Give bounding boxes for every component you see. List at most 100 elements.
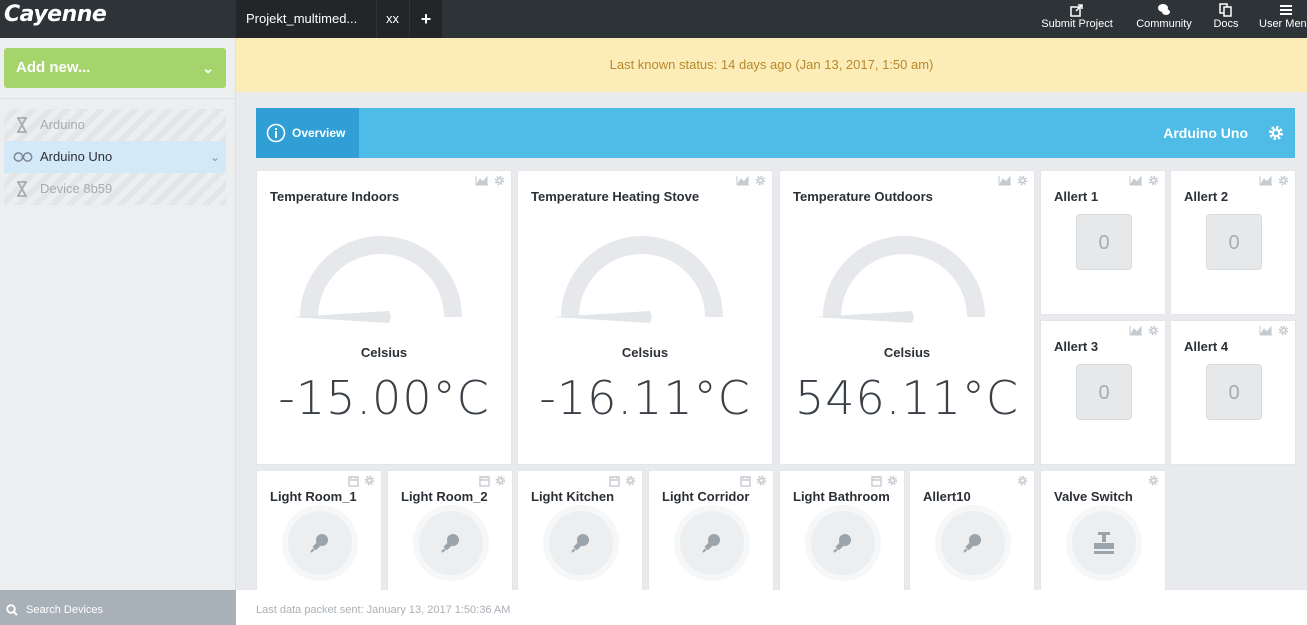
search-devices-input[interactable]: Search Devices <box>0 590 236 625</box>
nav-community-label: Community <box>1136 18 1192 30</box>
sidebar-device-label: Device 8b59 <box>40 181 113 196</box>
tab-project[interactable]: Projekt_multimed... <box>236 0 376 38</box>
device-overview-bar: Overview Arduino Uno <box>256 108 1295 158</box>
sidebar-device-arduino[interactable]: Arduino <box>4 109 226 141</box>
gauge-value: 546.11°C <box>794 371 1020 425</box>
chart-icon[interactable] <box>1129 325 1143 336</box>
alert-widget[interactable]: Allert 3 0 <box>1040 320 1166 465</box>
chart-icon[interactable] <box>1259 175 1273 186</box>
actuator-widget[interactable]: Light Kitchen <box>517 470 643 592</box>
alert-value: 0 <box>1076 214 1132 270</box>
share-icon <box>1070 4 1083 17</box>
gauge-widget[interactable]: Temperature Indoors Celsius -15.00°C <box>256 170 512 465</box>
gear-icon[interactable] <box>1148 475 1159 486</box>
gear-icon[interactable] <box>1278 325 1289 336</box>
tab-xx[interactable]: xx <box>377 0 409 38</box>
chart-icon[interactable] <box>1129 175 1143 186</box>
widget-actions <box>479 475 506 487</box>
calendar-icon[interactable] <box>609 475 620 487</box>
toggle-button[interactable] <box>941 511 1005 575</box>
chart-icon[interactable] <box>736 175 750 186</box>
search-icon <box>6 604 18 616</box>
cayenne-logo[interactable]: Cayenne <box>4 2 107 27</box>
gear-icon[interactable] <box>364 475 375 486</box>
toggle-button[interactable] <box>419 511 483 575</box>
actuator-widget[interactable]: Valve Switch <box>1040 470 1166 592</box>
widget-actions <box>1017 475 1028 486</box>
widget-actions <box>1148 475 1159 486</box>
widget-title: Allert 2 <box>1184 189 1229 204</box>
gear-icon[interactable] <box>755 175 766 186</box>
bulb-icon <box>571 534 589 553</box>
nav-submit-project[interactable]: Submit Project <box>1036 0 1118 38</box>
nav-community[interactable]: Community <box>1130 0 1198 38</box>
hourglass-icon <box>17 117 27 133</box>
widget-actions <box>1129 325 1159 336</box>
alert-value: 0 <box>1206 214 1262 270</box>
calendar-icon[interactable] <box>479 475 490 487</box>
bulb-icon <box>833 534 851 553</box>
alert-widget[interactable]: Allert 4 0 <box>1170 320 1296 465</box>
nav-docs-label: Docs <box>1213 18 1239 30</box>
menu-icon <box>1280 5 1292 15</box>
gear-icon[interactable] <box>1268 125 1284 141</box>
widget-actions <box>998 175 1028 186</box>
gear-icon[interactable] <box>1148 325 1159 336</box>
gauge-widget[interactable]: Temperature Outdoors Celsius 546.11°C <box>779 170 1035 465</box>
chart-icon[interactable] <box>475 175 489 186</box>
add-new-label: Add new... <box>16 59 91 76</box>
sidebar-device-8b59[interactable]: Device 8b59 <box>4 173 226 205</box>
add-new-button[interactable]: Add new... ⌄ <box>4 48 226 88</box>
gear-icon[interactable] <box>494 175 505 186</box>
actuator-widget[interactable]: Allert10 <box>909 470 1035 592</box>
gauge-widget[interactable]: Temperature Heating Stove Celsius -16.11°C <box>517 170 773 465</box>
gear-icon[interactable] <box>625 475 636 486</box>
calendar-icon[interactable] <box>871 475 882 487</box>
widget-title: Light Room_1 <box>270 489 357 504</box>
toggle-button[interactable] <box>680 511 744 575</box>
toggle-button[interactable] <box>288 511 352 575</box>
top-bar: Cayenne Projekt_multimed... xx + Submit … <box>0 0 1307 38</box>
add-tab-button[interactable]: + <box>410 0 442 38</box>
widget-title: Allert 1 <box>1054 189 1099 204</box>
alert-widget[interactable]: Allert 2 0 <box>1170 170 1296 315</box>
docs-icon <box>1219 3 1232 17</box>
chevron-down-icon: ⌄ <box>202 60 214 76</box>
calendar-icon[interactable] <box>740 475 751 487</box>
gear-icon[interactable] <box>1148 175 1159 186</box>
chart-icon[interactable] <box>1259 325 1273 336</box>
gear-icon[interactable] <box>887 475 898 486</box>
widget-title: Light Bathroom <box>793 489 890 504</box>
gear-icon[interactable] <box>1017 175 1028 186</box>
actuator-widget[interactable]: Light Room_1 <box>256 470 382 592</box>
actuator-widget[interactable]: Light Corridor <box>648 470 774 592</box>
device-name: Arduino Uno <box>1163 125 1248 141</box>
widget-title: Valve Switch <box>1054 489 1133 504</box>
chart-icon[interactable] <box>998 175 1012 186</box>
gear-icon[interactable] <box>1278 175 1289 186</box>
tab-overview[interactable]: Overview <box>256 108 359 158</box>
calendar-icon[interactable] <box>348 475 359 487</box>
info-icon <box>266 123 286 143</box>
gauge-unit: Celsius <box>621 345 669 360</box>
nav-user-menu[interactable]: User Men <box>1257 0 1307 38</box>
bulb-icon <box>702 534 720 553</box>
gear-icon[interactable] <box>495 475 506 486</box>
toggle-button[interactable] <box>1072 511 1136 575</box>
nav-docs[interactable]: Docs <box>1210 0 1242 38</box>
chevron-down-icon[interactable]: ⌄ <box>210 141 220 173</box>
widget-title: Temperature Outdoors <box>793 189 933 204</box>
actuator-widget[interactable]: Light Room_2 <box>387 470 513 592</box>
gear-icon[interactable] <box>1017 475 1028 486</box>
alert-widget[interactable]: Allert 1 0 <box>1040 170 1166 315</box>
bulb-icon <box>963 534 981 553</box>
valve-icon <box>1094 532 1114 554</box>
widget-title: Allert 3 <box>1054 339 1099 354</box>
gear-icon[interactable] <box>756 475 767 486</box>
toggle-button[interactable] <box>811 511 875 575</box>
alert-value: 0 <box>1076 364 1132 420</box>
toggle-button[interactable] <box>549 511 613 575</box>
hourglass-icon <box>17 181 27 197</box>
sidebar-device-arduino-uno[interactable]: Arduino Uno ⌄ <box>4 141 226 173</box>
actuator-widget[interactable]: Light Bathroom <box>779 470 905 592</box>
